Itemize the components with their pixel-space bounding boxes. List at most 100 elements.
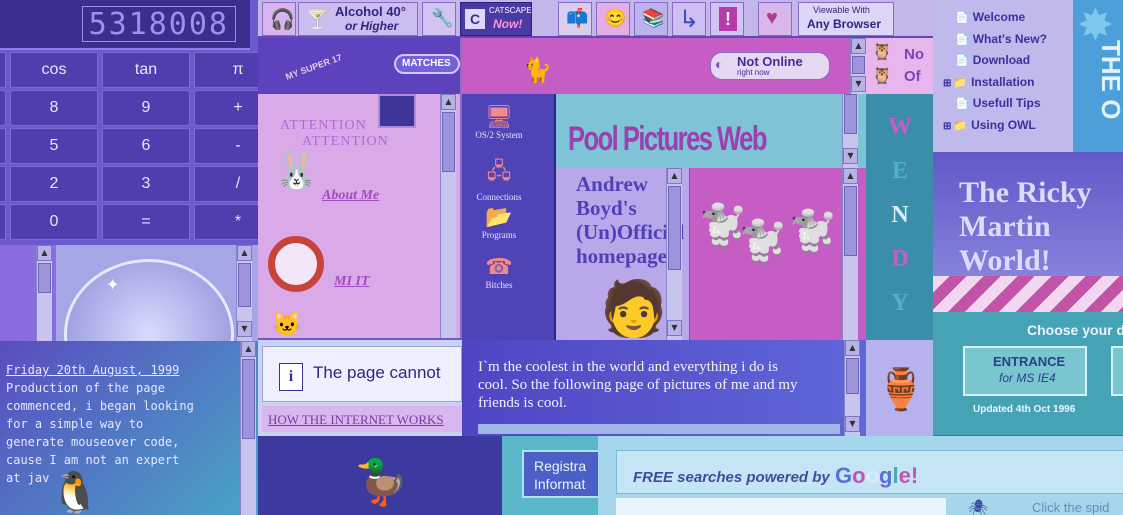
catscape-c-icon: C (465, 9, 485, 29)
calculator-key[interactable]: 8 (10, 90, 98, 126)
error-link-bar: HOW THE INTERNET WORKS (262, 406, 462, 432)
candy-stripe (933, 276, 1123, 312)
expand-icon[interactable]: ⊞ (943, 121, 951, 132)
calculator-key[interactable]: 6 (102, 128, 190, 164)
viewable-badge[interactable]: Viewable With Any Browser (798, 2, 894, 36)
cartoon-cat-icon: 🐱 (272, 311, 302, 338)
left-mini-scrollbar[interactable]: ▲ (36, 245, 52, 341)
duck-panel: 🦆 (258, 436, 502, 515)
turn-arrow-icon: ↳ (679, 6, 700, 33)
exclamation-icon: ! (719, 7, 737, 31)
calculator-key-partial[interactable] (0, 90, 6, 126)
owl-mini-line2: Of (904, 68, 921, 85)
calculator-key[interactable]: - (194, 128, 258, 164)
site-nav-item[interactable]: ⊞ 📁 Installation (943, 75, 1034, 95)
status-title: Not Online (737, 54, 803, 69)
calculator-key[interactable]: + (194, 90, 258, 126)
site-nav-tree: 📄 Welcome 📄 What's New? 📄 Download ⊞ 📁 Installat… (933, 0, 1073, 152)
star-burst-icon: ✸ (1077, 1, 1114, 50)
alcohol-line1: Alcohol 40° (335, 4, 406, 19)
calculator-key[interactable]: π (194, 52, 258, 88)
site-nav-item[interactable]: 📄 Usefull Tips (943, 96, 1041, 116)
diary-scrollbar[interactable]: ▲ (240, 341, 256, 515)
viewable-line2: Any Browser (807, 17, 882, 31)
opera-logo-icon (268, 236, 324, 292)
calculator-key-partial[interactable] (0, 166, 6, 202)
calculator-key[interactable]: 0 (10, 204, 98, 240)
catscape-line1: CATSCAPE (489, 6, 532, 15)
site-nav-item[interactable]: ⊞ 📁 Using OWL (943, 118, 1036, 138)
ie4-updated: Updated 4th Oct 1996 (973, 404, 1076, 415)
warning-badge[interactable]: ! (710, 2, 744, 36)
error-panel: i The page cannot HOW THE INTERNET WORKS (258, 340, 462, 436)
poodle-icon-2: 🐩 (738, 220, 788, 264)
andrew-scrollbar[interactable]: ▲ ▼ (666, 168, 682, 340)
matches-button[interactable]: MATCHES (394, 54, 460, 74)
wrench-badge[interactable]: 🔧 (422, 2, 456, 36)
wendy-column: WENDY (866, 94, 933, 340)
google-letter: o (852, 463, 866, 488)
registration-button[interactable]: Registra Informat (522, 450, 598, 498)
calculator-key[interactable]: 2 (10, 166, 98, 202)
super-site-scrollbar[interactable]: ▲ (440, 94, 456, 338)
owl-bird-icon: 🦉 (872, 44, 892, 61)
desktop-icon[interactable]: ☎ Bitches (462, 254, 536, 290)
pool-banner-text: Pool Pictures Web (568, 120, 767, 158)
calculator-key[interactable]: 3 (102, 166, 190, 202)
spider-text[interactable]: Click the spid (1032, 500, 1109, 515)
site-nav-item[interactable]: 📄 What's New? (943, 32, 1047, 52)
headphones-badge[interactable]: 🎧 (262, 2, 296, 36)
calculator-key[interactable]: cos (10, 52, 98, 88)
alcohol-badge[interactable]: 🍸 Alcohol 40° or Higher (298, 2, 418, 36)
banner-scrollbar[interactable]: ▼ (842, 94, 858, 168)
ie4-heading: Choose your d (1027, 322, 1123, 338)
how-internet-works-link[interactable]: HOW THE INTERNET WORKS (268, 412, 444, 428)
status-scrollbar[interactable]: ▲ ▼ (850, 38, 866, 94)
diary-line: Production of the page (6, 381, 165, 395)
catscape-line2: Now! (493, 17, 523, 31)
blue-square-deco (378, 94, 416, 128)
calculator-key-partial[interactable] (0, 52, 6, 88)
calculator-key[interactable]: * (194, 204, 258, 240)
calculator-key[interactable]: = (102, 204, 190, 240)
coolest-scrollbar[interactable]: ▲ ▼ (844, 340, 860, 436)
calculator-key-partial[interactable] (0, 204, 6, 240)
catscape-badge[interactable]: C CATSCAPE Now! (460, 2, 532, 36)
face-badge[interactable]: 😊 (596, 2, 630, 36)
site-nav-label: Download (972, 53, 1031, 67)
dog-scrollbar[interactable]: ▲ (842, 168, 858, 340)
site-nav-item[interactable]: 📄 Download (943, 53, 1030, 73)
about-me-link[interactable]: About Me (322, 188, 379, 204)
diary-line: generate mouseover code, (6, 435, 180, 449)
mi-it-link[interactable]: MI IT (334, 274, 369, 290)
left-mini-panel: ▲ (0, 245, 56, 341)
dome-scrollbar[interactable]: ▲ ▼ (236, 245, 252, 341)
heart-badge[interactable]: ♥ (758, 2, 792, 36)
spider-icon[interactable]: 🕷 (968, 498, 988, 515)
desktop-icon[interactable]: 🖧 Connections (462, 154, 536, 202)
owl-logo: THE O ✸ (1073, 0, 1123, 152)
desktop-icon-label: Connections (476, 192, 522, 202)
arrow-badge[interactable]: ↳ (672, 2, 706, 36)
poodle-icon-3: 🐩 (788, 210, 838, 254)
calculator-key[interactable]: tan (102, 52, 190, 88)
viewable-line1: Viewable With (813, 5, 870, 15)
calculator-key[interactable]: 9 (102, 90, 190, 126)
second-entrance-edge (1111, 346, 1123, 396)
expand-icon[interactable]: ⊞ (943, 78, 951, 89)
wendy-letter: N (891, 202, 909, 228)
mailbox-badge[interactable]: 📫 (558, 2, 592, 36)
calculator-key[interactable]: / (194, 166, 258, 202)
calculator-key[interactable]: 5 (10, 128, 98, 164)
books-badge[interactable]: 📚 (634, 2, 668, 36)
status-widget[interactable]: ◐ Not Online right now (710, 52, 830, 80)
registration-panel: Registra Informat (502, 436, 598, 515)
desktop-icon[interactable]: 🖥 OS/2 System (462, 104, 536, 140)
desktop-icon[interactable]: 📂 Programs (462, 204, 536, 240)
search-footer-bar (616, 498, 946, 515)
site-nav-item[interactable]: 📄 Welcome (943, 10, 1025, 30)
google-logo: Google! (835, 463, 918, 489)
calculator-key-partial[interactable] (0, 128, 6, 164)
entrance-button[interactable]: ENTRANCE for MS IE4 (963, 346, 1087, 396)
alcohol-line2: or Higher (345, 19, 399, 33)
